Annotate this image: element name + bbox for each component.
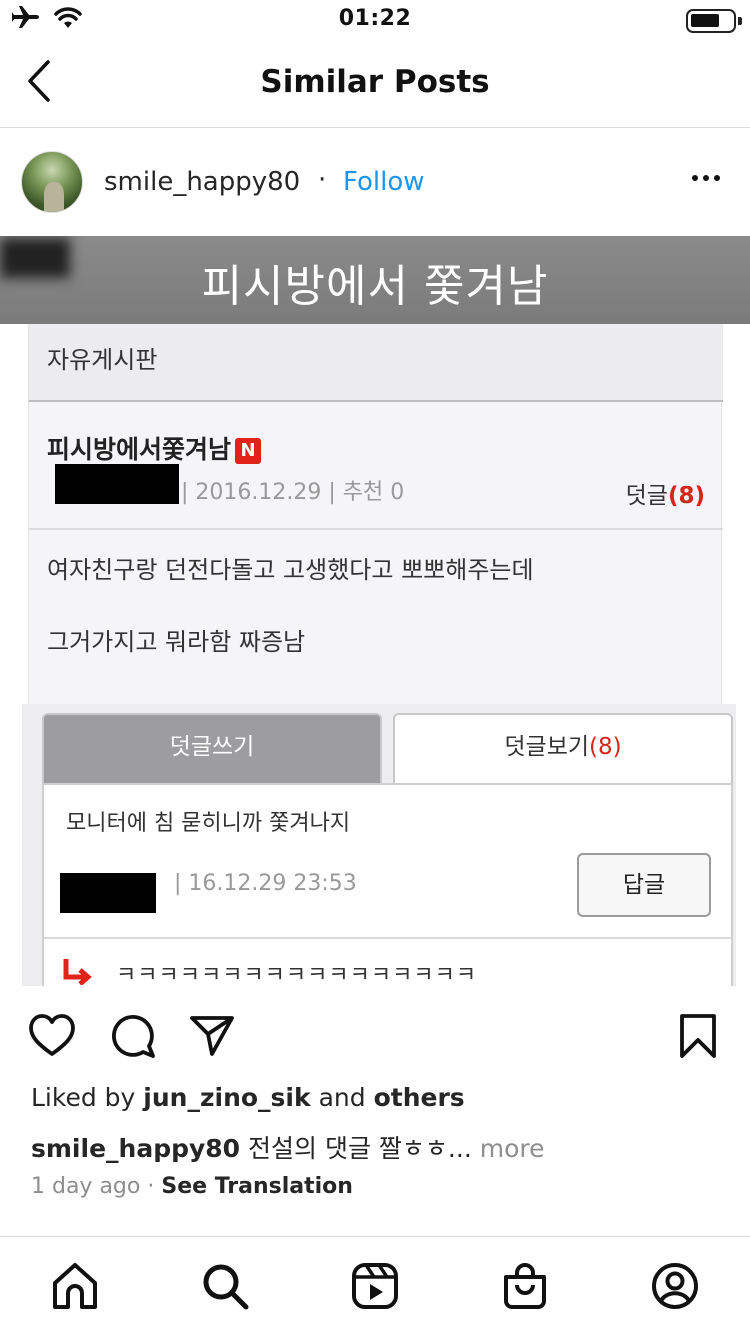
share-icon[interactable] <box>188 1012 236 1060</box>
body-line: 그거가지고 뭐라함 짜증남 <box>47 628 306 656</box>
status-bar: 01:22 <box>0 0 750 40</box>
board-category: 자유게시판 <box>29 324 723 402</box>
reply-arrow-icon <box>63 959 92 985</box>
reply-text: ㅋㅋㅋㅋㅋㅋㅋㅋㅋㅋㅋㅋㅋㅋㅋㅋㅋ <box>116 963 478 986</box>
reply-count: 덧글(8) <box>625 483 705 509</box>
reels-icon[interactable] <box>350 1261 400 1311</box>
ellipsis-icon[interactable] <box>692 175 720 181</box>
board-post: 자유게시판 피시방에서쫓겨남 N | 2016.12.29 | 추천 0 덧글(8… <box>28 324 723 704</box>
page-title: Similar Posts <box>260 64 490 100</box>
caption[interactable]: smile_happy80 전설의 댓글 짤ㅎㅎ... more <box>31 1129 544 1165</box>
more-link[interactable]: more <box>480 1134 545 1163</box>
reply-button: 답글 <box>577 853 711 917</box>
caption-text: 전설의 댓글 짤ㅎㅎ... <box>240 1134 480 1163</box>
comment-item: 모니터에 침 묻히니까 쫓겨나지 | 16.12.29 23:53 답글 ㅋㅋㅋ… <box>42 783 733 986</box>
redacted-commenter <box>60 873 156 913</box>
nav-header: Similar Posts <box>0 40 750 128</box>
comment-icon[interactable] <box>108 1012 156 1060</box>
body-line: 여자친구랑 던전다돌고 고생했다고 뽀뽀해주는데 <box>47 556 534 584</box>
comment-section: 덧글쓰기 덧글보기(8) 모니터에 침 묻히니까 쫓겨나지 | 16.12.29… <box>22 704 736 986</box>
post-time-row: 1 day ago · See Translation <box>31 1174 353 1199</box>
divider <box>44 937 731 939</box>
time-ago: 1 day ago <box>31 1174 141 1199</box>
board-category-label: 자유게시판 <box>47 346 158 374</box>
see-translation-link[interactable]: See Translation <box>161 1174 353 1199</box>
separator-dot: · <box>318 165 327 195</box>
tab-write-comment: 덧글쓰기 <box>42 713 382 783</box>
heart-icon[interactable] <box>28 1012 76 1060</box>
avatar[interactable] <box>21 151 83 213</box>
status-time: 01:22 <box>338 6 412 31</box>
caption-username[interactable]: smile_happy80 <box>31 1134 240 1163</box>
bookmark-icon[interactable] <box>674 1012 722 1060</box>
profile-icon[interactable] <box>650 1261 700 1311</box>
board-post-meta: | 2016.12.29 | 추천 0 <box>181 480 405 505</box>
post-actions <box>0 986 750 1082</box>
post-image[interactable]: 피시방에서 쫓겨남 자유게시판 피시방에서쫓겨남 N | 2016.12.29 |… <box>0 236 750 986</box>
divider <box>29 528 723 530</box>
comment-meta: | 16.12.29 23:53 <box>174 871 357 896</box>
banner-text: 피시방에서 쫓겨남 <box>201 261 549 312</box>
tab-view-comments: 덧글보기(8) <box>393 713 733 783</box>
follow-button[interactable]: Follow <box>343 167 425 197</box>
image-banner: 피시방에서 쫓겨남 <box>0 236 750 324</box>
redacted-author <box>55 464 179 504</box>
home-icon[interactable] <box>50 1261 100 1311</box>
search-icon[interactable] <box>200 1261 250 1311</box>
post-username[interactable]: smile_happy80 <box>104 167 300 197</box>
new-badge: N <box>235 438 262 464</box>
shop-icon[interactable] <box>500 1261 550 1311</box>
tab-bar <box>0 1236 750 1334</box>
comment-text: 모니터에 침 묻히니까 쫓겨나지 <box>66 811 351 836</box>
battery-icon <box>686 9 742 33</box>
board-post-title: 피시방에서쫓겨남 N <box>47 430 262 466</box>
likes-text[interactable]: Liked by jun_zino_sik and others <box>31 1083 465 1112</box>
post-header: smile_happy80 · Follow <box>0 129 750 236</box>
